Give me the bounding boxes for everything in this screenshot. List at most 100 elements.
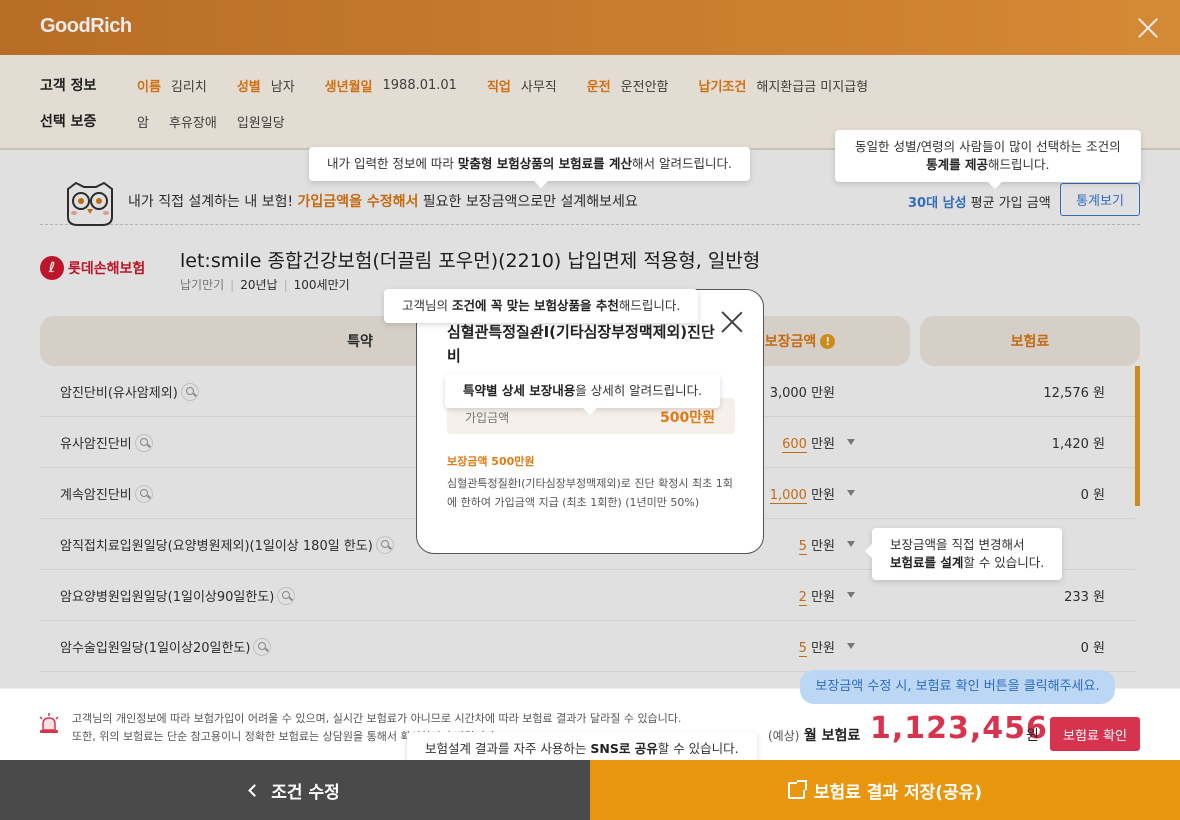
chevron-down-icon[interactable] — [847, 490, 855, 496]
insurer-mark-icon: ℓ — [40, 256, 64, 280]
column-premium: 보험료 — [920, 316, 1140, 366]
share-icon — [787, 779, 807, 799]
popup-description: 심혈관특정질환Ⅰ(기타심장부정맥제외)로 진단 확정시 최초 1회에 한하여 가… — [447, 477, 733, 509]
coverage-item: 후유장애 — [168, 115, 217, 131]
field-name-value: 김리치 — [170, 79, 207, 95]
tip-bold: 보험료를 설계 — [890, 555, 964, 570]
field-job-label: 직업 — [486, 79, 511, 95]
tooltip-recommend: 고객님의 조건에 꼭 맞는 보험상품을 추천해드립니다. .tip[data-n… — [384, 289, 699, 330]
save-share-button[interactable]: 보험료 결과 저장(공유) — [590, 760, 1180, 820]
coverage-amount[interactable]: 5 만원 — [798, 535, 835, 555]
chevron-down-icon[interactable] — [847, 439, 855, 445]
coverage-select-heading: 선택 보증 — [40, 114, 97, 130]
rider-name-text: 암요양병원입원일당(1일이상90일한도) — [60, 590, 275, 605]
premium-value: 233 원 — [1064, 590, 1105, 605]
amount-unit: 만원 — [811, 539, 835, 554]
field-birth-label: 생년월일 — [324, 79, 373, 95]
chevron-left-icon — [248, 783, 262, 797]
premium-value: 1,420 원 — [1051, 437, 1105, 452]
amount-value[interactable]: 2 — [798, 590, 807, 606]
view-stats-button[interactable]: 통계보기 — [1060, 183, 1140, 216]
amount-unit: 만원 — [811, 386, 835, 401]
tooltip-detail: 특약별 상세 보장내용을 상세히 알려드립니다. .tip[data-name=… — [445, 374, 721, 415]
search-icon[interactable] — [253, 637, 272, 656]
search-icon[interactable] — [134, 433, 153, 452]
stat-label: 평균 가입 금액 — [970, 196, 1051, 211]
info-alert-icon[interactable]: ! — [820, 333, 836, 349]
stat-segment: 30대 남성 — [908, 196, 967, 211]
stat-summary: 30대 남성 평균 가입 금액 — [908, 192, 1051, 211]
banner-text-pre: 내가 직접 설계하는 내 보험! — [128, 194, 294, 210]
app-logo: GoodRich — [40, 15, 132, 37]
tip-bold: 통계를 제공 — [926, 157, 988, 172]
popup-amount-label: 가입금액 — [465, 411, 510, 425]
search-icon[interactable] — [180, 382, 199, 401]
tip-text: 해드립니다. — [987, 157, 1050, 172]
amount-value[interactable]: 5 — [798, 539, 807, 555]
tip-text: 을 상세히 알려드립니다. — [575, 383, 703, 398]
premium-value: 0 원 — [1080, 641, 1105, 656]
coverage-amount[interactable]: 5 만원 — [798, 637, 835, 657]
premium-value: 12,576 원 — [1043, 386, 1105, 401]
tip-text: 할 수 있습니다. — [657, 741, 739, 756]
popup-subtitle: 보장금액 500만원 — [447, 455, 535, 468]
field-payment-label: 납기조건 — [698, 79, 747, 95]
confirm-hint-bubble: 보장금액 수정 시, 보험료 확인 버튼을 클릭해주세요. — [800, 670, 1115, 704]
tip-bold: 조건에 꼭 맞는 보험상품을 추천 — [451, 298, 619, 313]
rider-name: 유사암진단비 — [60, 433, 153, 452]
rider-name-text: 암수술입원일당(1일이상20일한도) — [60, 641, 251, 656]
save-share-label: 보험료 결과 저장(공유) — [813, 782, 983, 803]
tip-text: 내가 입력한 정보에 따라 — [327, 156, 458, 171]
tip-text: 해서 알려드립니다. — [631, 156, 732, 171]
premium-value: 0 원 — [1080, 488, 1105, 503]
rider-name: 암진단비(유사암제외) — [60, 382, 199, 401]
rider-name: 암수술입원일당(1일이상20일한도) — [60, 637, 272, 656]
coverage-amount[interactable]: 600 만원 — [782, 433, 835, 453]
close-icon[interactable] — [721, 310, 743, 332]
tip-bold: SNS로 공유 — [590, 741, 658, 756]
popup-title: 심혈관특정질환Ⅰ(기타심장부정맥제외)진단비 — [447, 323, 715, 365]
field-gender-value: 남자 — [270, 79, 295, 95]
insurer-name: 롯데손해보험 — [68, 261, 146, 277]
scrollbar-thumb[interactable] — [1135, 366, 1140, 506]
amount-value[interactable]: 1,000 — [769, 488, 807, 504]
disclaimer-line: 고객님의 개인정보에 따라 보험가입이 어려울 수 있으며, 실시간 보험료가 … — [72, 712, 682, 725]
column-coverage-label: 보장금액 — [764, 334, 817, 350]
product-title: let:smile 종합건강보험(더끌림 포우먼)(2210) 납입면제 적용형… — [180, 250, 761, 272]
amount-value[interactable]: 5 — [798, 641, 807, 657]
close-icon[interactable] — [1136, 15, 1160, 39]
edit-conditions-button[interactable]: 조건 수정 — [0, 760, 590, 820]
tip-text: 보장금액을 직접 변경해서 — [890, 537, 1025, 552]
coverage-amount[interactable]: 1,000 만원 — [769, 484, 835, 504]
tip-text: 동일한 성별/연령의 사람들이 많이 선택하는 조건의 — [855, 139, 1121, 154]
confirm-premium-button[interactable]: 보험료 확인 — [1050, 717, 1140, 751]
coverage-amount: 3,000 만원 — [770, 382, 835, 401]
amount-value[interactable]: 600 — [782, 437, 807, 453]
chevron-down-icon[interactable] — [847, 643, 855, 649]
tip-text: 해드립니다. — [618, 298, 681, 313]
edit-conditions-label: 조건 수정 — [271, 782, 340, 803]
popup-amount-value: 500만원 — [660, 410, 715, 426]
chevron-down-icon[interactable] — [847, 541, 855, 547]
tip-text: 할 수 있습니다. — [963, 555, 1045, 570]
search-icon[interactable] — [277, 586, 296, 605]
meta-item: 납기만기 — [180, 278, 225, 292]
tip-bold: 맞춤형 보험상품의 보험료를 계산 — [457, 156, 632, 171]
estimate-prefix: (예상) — [768, 729, 800, 743]
owl-mascot-icon — [67, 181, 113, 226]
field-job-value: 사무직 — [520, 79, 557, 95]
tooltip-calc: 내가 입력한 정보에 따라 맞춤형 보험상품의 보험료를 계산해서 알려드립니다… — [309, 147, 750, 188]
meta-item: 100세만기 — [293, 278, 350, 292]
amount-unit: 만원 — [811, 437, 835, 452]
coverage-amount[interactable]: 2 만원 — [798, 586, 835, 606]
rider-name-text: 유사암진단비 — [60, 437, 132, 452]
banner-message: 내가 직접 설계하는 내 보험! 가입금액을 수정해서 필요한 보장금액으로만 … — [128, 191, 638, 211]
search-icon[interactable] — [375, 535, 394, 554]
chevron-down-icon[interactable] — [847, 592, 855, 598]
field-gender-label: 성별 — [236, 79, 261, 95]
insurer-logo: ℓ 롯데손해보험 — [40, 256, 145, 280]
meta-item: 20년납 — [240, 278, 278, 292]
rider-name-text: 암진단비(유사암제외) — [60, 386, 178, 401]
monthly-premium-unit: 원 — [1026, 728, 1039, 744]
search-icon[interactable] — [134, 484, 153, 503]
